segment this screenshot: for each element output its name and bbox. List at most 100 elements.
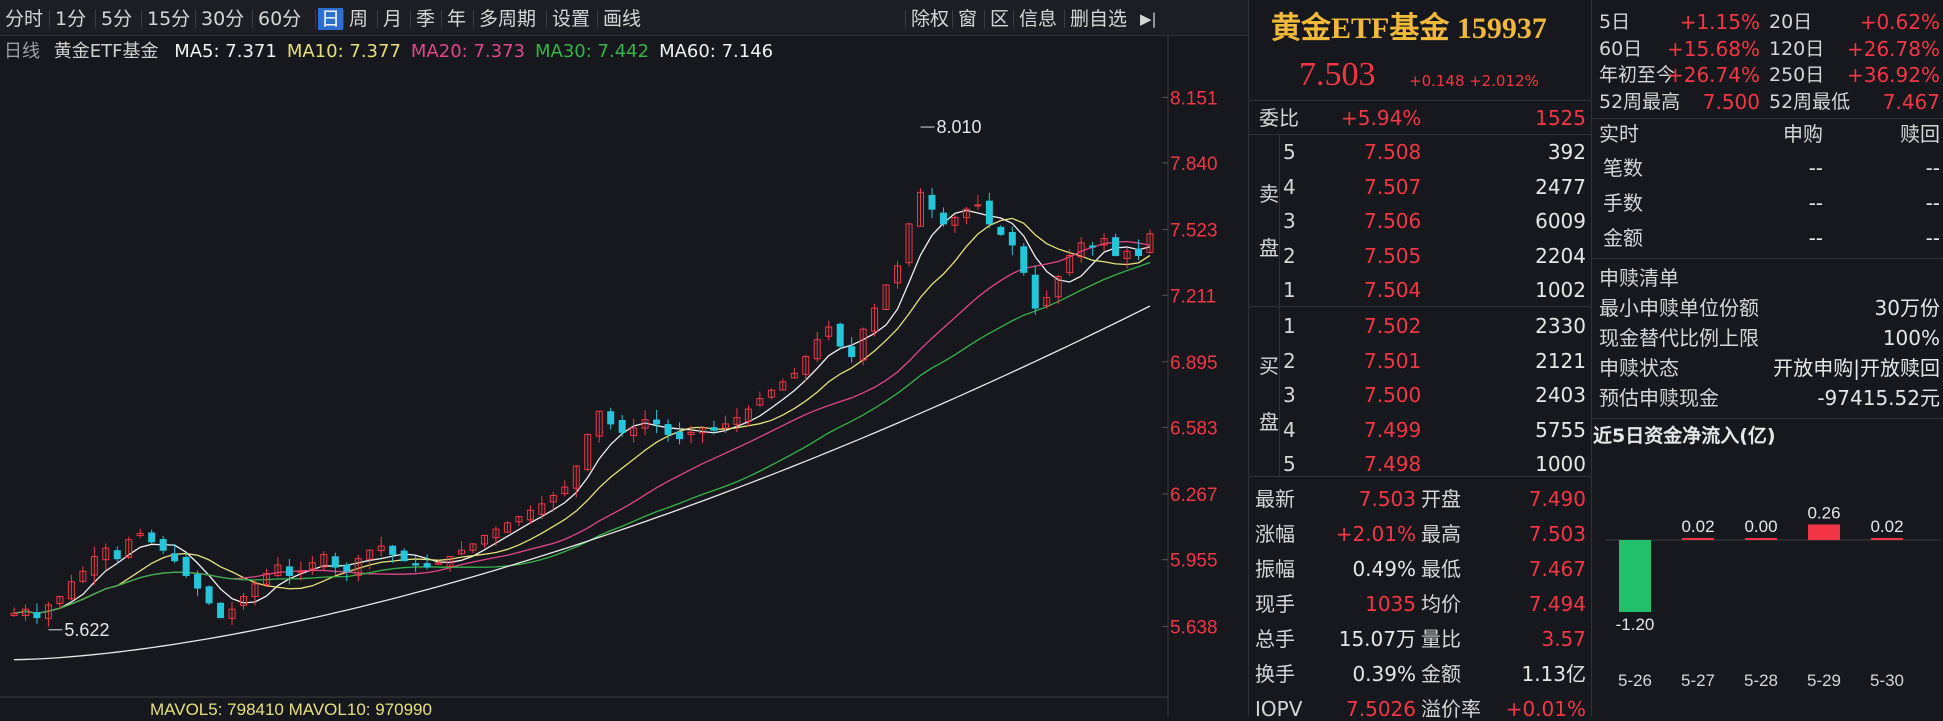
period-tab-4[interactable]: 30分	[198, 8, 247, 30]
flow-bar-chart: -1.20 5-26 0.02 5-27 0.00 5-28 0.26 5-29 0.02 5-3…	[1605, 503, 1941, 690]
bid-volume: 2403	[1535, 383, 1586, 407]
detail-label: 涨幅	[1255, 522, 1295, 546]
toolbar-divider	[441, 10, 442, 28]
candle-body	[1008, 232, 1016, 246]
ma60-line	[13, 305, 1151, 661]
redemption-list-value: 30万份	[1874, 296, 1940, 320]
detail-value: 7.503	[1358, 487, 1416, 511]
bid-volume: 1000	[1535, 452, 1586, 476]
price-change-pct: +2.012%	[1469, 72, 1539, 90]
bid-price: 7.501	[1364, 348, 1422, 373]
toolbar-divider	[546, 10, 547, 28]
flow-value-label: 0.02	[1870, 517, 1903, 536]
toolbar-divider	[252, 10, 253, 28]
header-divider	[1249, 100, 1591, 101]
ask-level: 5	[1283, 140, 1296, 164]
weibi-label: 委比	[1259, 106, 1299, 130]
candle-body	[836, 323, 844, 347]
ask-level: 1	[1283, 278, 1296, 302]
period-tab-0[interactable]: 分时	[2, 8, 46, 30]
period-tab-11[interactable]: 多周期	[476, 8, 539, 30]
candlestick-chart[interactable]: 8.151 7.840 7.523 7.211 6.895 6.583 6.267 5.955…	[0, 36, 1248, 716]
tool-button-0[interactable]: 除权	[908, 8, 952, 30]
toolbar-divider	[95, 10, 96, 28]
redemption-list-title: 申赎清单	[1599, 266, 1679, 290]
stat-value: +26.78%	[1846, 36, 1940, 61]
candle-body	[331, 556, 339, 568]
redemption-purchase: --	[1808, 226, 1823, 250]
buy-side-label: 买	[1259, 354, 1279, 378]
candle-body	[985, 200, 993, 225]
detail-value: 15.07万	[1338, 627, 1416, 651]
period-tab-9[interactable]: 季	[413, 8, 438, 30]
redemption-header: 申购	[1783, 122, 1823, 146]
ma10-line	[13, 217, 1151, 615]
stat-label: 60日	[1599, 37, 1643, 60]
flow-date-label: 5-26	[1618, 671, 1652, 690]
candle-body	[389, 545, 397, 555]
tool-button-4[interactable]: 删自选	[1067, 8, 1130, 30]
bid-level: 5	[1283, 452, 1296, 476]
tool-button-2[interactable]: 区	[987, 8, 1012, 30]
stat-value: 7.500	[1702, 89, 1760, 114]
detail-value: 0.49%	[1352, 557, 1416, 581]
redemption-header: 赎回	[1900, 122, 1940, 146]
candle-body	[607, 411, 615, 425]
period-tab-5[interactable]: 60分	[255, 8, 304, 30]
detail-label: 量比	[1421, 627, 1461, 651]
period-tab-7[interactable]: 周	[346, 8, 371, 30]
y-tick-label: 8.151	[1170, 88, 1218, 109]
stat-value: 7.467	[1882, 89, 1940, 114]
detail-value: 7.490	[1528, 487, 1586, 511]
toolbar-divider	[905, 10, 906, 28]
y-tick-label: 7.840	[1170, 154, 1218, 175]
stats-divider	[1591, 118, 1943, 119]
toolbar-divider	[1064, 10, 1065, 28]
candle-body	[1031, 274, 1039, 309]
period-tab-2[interactable]: 5分	[98, 8, 135, 30]
bid-price: 7.498	[1364, 452, 1422, 476]
book-divider	[1249, 306, 1591, 307]
redemption-row-label: 笔数	[1603, 156, 1643, 180]
candle-body	[1135, 248, 1143, 256]
tool-button-1[interactable]: 窗	[955, 8, 980, 30]
toolbar-divider	[195, 10, 196, 28]
period-tab-10[interactable]: 年	[444, 8, 469, 30]
ask-volume: 2477	[1535, 174, 1586, 199]
detail-value: +2.01%	[1335, 522, 1416, 546]
redemption-list-value: 开放申购|开放赎回	[1773, 356, 1940, 380]
candle-body	[710, 427, 718, 431]
candle-body	[928, 194, 936, 210]
candle-body	[676, 431, 684, 440]
candle-body	[159, 538, 167, 551]
detail-value: 7.5026	[1346, 697, 1416, 721]
redemption-redeem: --	[1925, 191, 1940, 215]
period-tab-13[interactable]: 画线	[600, 8, 644, 30]
toolbar-divider	[473, 10, 474, 28]
flow-date-label: 5-28	[1744, 671, 1778, 690]
detail-label: IOPV	[1255, 697, 1303, 721]
toolbar-divider	[343, 10, 344, 28]
candle-body	[297, 570, 305, 573]
y-tick-label: 5.955	[1170, 551, 1218, 572]
detail-label: 开盘	[1421, 487, 1461, 511]
period-tab-8[interactable]: 月	[380, 8, 405, 30]
period-tab-6[interactable]: 日	[318, 8, 344, 30]
flow-bar	[1682, 538, 1714, 540]
stat-value: +26.74%	[1666, 63, 1760, 87]
detail-label: 均价	[1421, 592, 1461, 616]
collapse-right-icon[interactable]: ▶|	[1137, 8, 1160, 30]
tool-button-3[interactable]: 信息	[1016, 8, 1060, 30]
bid-level: 2	[1283, 348, 1296, 373]
bid-price: 7.502	[1364, 314, 1422, 338]
bid-level: 3	[1283, 383, 1296, 407]
toolbar-divider	[410, 10, 411, 28]
flow-date-label: 5-27	[1681, 671, 1715, 690]
detail-label: 溢价率	[1421, 697, 1481, 721]
toolbar-divider	[315, 10, 316, 28]
bid-level: 4	[1283, 417, 1296, 442]
period-tab-12[interactable]: 设置	[549, 8, 593, 30]
period-tab-3[interactable]: 15分	[144, 8, 193, 30]
period-tab-1[interactable]: 1分	[52, 8, 89, 30]
ask-volume: 392	[1547, 140, 1586, 164]
